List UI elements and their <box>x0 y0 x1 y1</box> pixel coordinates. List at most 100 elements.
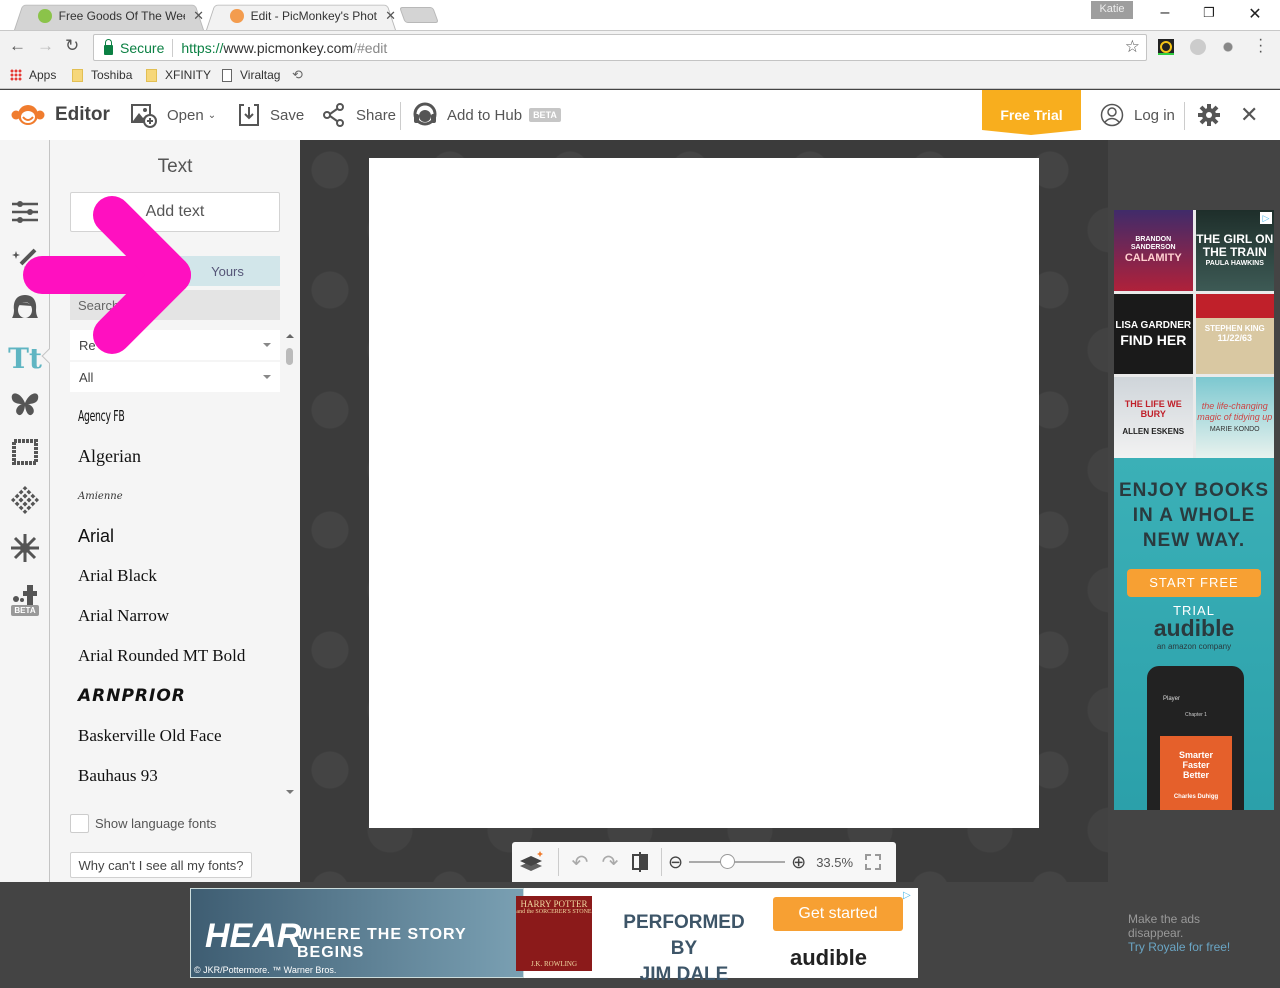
bottom-banner-ad[interactable]: HEAR WHERE THE STORY BEGINS © JKR/Potter… <box>190 888 918 985</box>
reload-icon[interactable]: ↻ <box>65 36 79 56</box>
bookmark-toshiba[interactable]: Toshiba <box>72 68 132 82</box>
add-to-hub-button[interactable]: Add to Hub BETA <box>413 90 561 140</box>
minimize-icon[interactable]: – <box>1150 4 1180 22</box>
editor-logo[interactable]: Editor <box>11 90 110 140</box>
font-list: Agency FB Algerian Amienne Arial Arial B… <box>78 396 278 796</box>
norton-extension-icon[interactable] <box>1158 39 1174 55</box>
font-item[interactable]: Arial Rounded MT Bold <box>78 636 278 676</box>
compare-button[interactable] <box>625 851 655 873</box>
beta-tool-icon <box>13 584 37 605</box>
adchoices-icon[interactable]: ▷ <box>1260 212 1272 224</box>
zoom-in-icon[interactable]: ⊕ <box>791 852 806 873</box>
rail-item-beta-tools[interactable]: BETA <box>9 580 41 620</box>
zoom-level: 33.5% <box>816 854 854 870</box>
browser-tab-picmonkey[interactable]: Edit - PicMonkey's Photo ✕ <box>206 2 396 30</box>
profile-button[interactable]: Katie <box>1091 1 1133 19</box>
font-item[interactable]: Arial <box>78 516 278 556</box>
login-label: Log in <box>1134 106 1175 124</box>
font-item[interactable]: Arial Black <box>78 556 278 596</box>
start-free-trial-button[interactable]: START FREE TRIAL <box>1127 569 1261 618</box>
rail-item-frames[interactable] <box>9 436 41 468</box>
rail-item-effects[interactable] <box>9 244 41 276</box>
rail-item-text[interactable]: Tt <box>8 341 42 375</box>
show-language-fonts-checkbox[interactable]: Show language fonts <box>70 814 216 833</box>
font-item[interactable]: Bauhaus 93 <box>78 756 278 796</box>
save-button[interactable]: Save <box>238 90 304 140</box>
caret-down-icon <box>263 375 271 379</box>
bookmark-apps[interactable]: Apps <box>10 68 56 82</box>
scrollbar-thumb[interactable] <box>286 348 293 365</box>
open-image-icon <box>131 104 157 128</box>
new-tab-button[interactable] <box>399 7 439 23</box>
apps-grid-icon <box>10 69 22 81</box>
tab-yours[interactable]: Yours <box>175 256 280 286</box>
font-list-scrollbar[interactable] <box>285 332 295 794</box>
layers-button[interactable] <box>512 851 552 873</box>
restore-icon[interactable]: ❐ <box>1194 5 1224 21</box>
get-started-button[interactable]: Get started <box>773 897 903 931</box>
close-tab-icon[interactable]: ✕ <box>193 8 204 24</box>
font-item[interactable]: Amienne <box>78 476 278 516</box>
font-item[interactable]: Agency FB <box>78 396 202 436</box>
checkbox[interactable] <box>70 814 89 833</box>
chrome-menu-icon[interactable]: · · · <box>1258 32 1263 60</box>
rail-item-themes[interactable] <box>9 532 41 564</box>
bookmark-viraltag[interactable]: Viraltag <box>222 68 280 82</box>
history-icon[interactable]: ⟲ <box>292 67 303 83</box>
book-cover: BRANDON SANDERSON CALAMITY <box>1114 210 1193 291</box>
amazon-tagline: an amazon company <box>1156 642 1232 651</box>
text-panel: Text Add text Yours Search Re All Agency… <box>50 140 300 882</box>
back-icon[interactable]: ← <box>9 36 26 56</box>
extension-icon-2[interactable] <box>1220 39 1236 55</box>
zoom-out-icon[interactable]: ⊖ <box>668 852 683 873</box>
why-fonts-button[interactable]: Why can't I see all my fonts? <box>70 852 252 878</box>
share-button[interactable]: Share <box>322 90 396 140</box>
fullscreen-icon[interactable] <box>865 854 882 870</box>
extension-icon[interactable] <box>1190 39 1206 55</box>
browser-tab-free-goods[interactable]: Free Goods Of The Week ✕ <box>14 2 204 30</box>
rail-item-textures[interactable] <box>9 484 41 516</box>
font-search-input[interactable]: Search <box>70 290 280 320</box>
add-text-button[interactable]: Add text <box>70 192 280 232</box>
forward-icon[interactable]: → <box>37 36 54 56</box>
adchoices-icon[interactable]: ▷ <box>903 890 911 901</box>
settings-button[interactable] <box>1197 90 1231 140</box>
bookmark-label: Apps <box>29 68 57 82</box>
zoom-slider[interactable] <box>689 854 786 869</box>
sort-select[interactable]: Re <box>70 330 280 360</box>
redo-icon[interactable]: ↷ <box>595 850 625 875</box>
open-button[interactable]: Open ⌄ <box>131 90 216 140</box>
close-tab-icon[interactable]: ✕ <box>385 8 396 24</box>
bookmark-star-icon[interactable]: ☆ <box>1125 37 1140 57</box>
sliders-icon <box>12 201 38 223</box>
bookmark-xfinity[interactable]: XFINITY <box>146 68 211 82</box>
book-author: MARIE KONDO <box>1209 425 1260 433</box>
font-item[interactable]: ARNPRIOR <box>78 676 278 716</box>
font-item[interactable]: Baskerville Old Face <box>78 716 278 756</box>
save-icon <box>239 104 259 126</box>
zoom-slider-knob[interactable] <box>719 854 735 869</box>
audible-ad[interactable]: ENJOY BOOKS IN A WHOLE NEW WAY. START FR… <box>1114 458 1274 810</box>
phone-screen: Smarter Faster Better Charles Duhigg <box>1160 736 1232 810</box>
texture-icon <box>11 486 39 514</box>
font-item[interactable]: Algerian <box>78 436 278 476</box>
free-trial-button[interactable]: Free Trial <box>982 90 1081 135</box>
tab-all-fonts[interactable] <box>70 256 175 286</box>
scroll-down-arrow-icon[interactable] <box>286 790 294 794</box>
undo-icon[interactable]: ↶ <box>565 850 595 875</box>
rail-item-touch-up[interactable] <box>9 292 41 324</box>
login-button[interactable]: Log in <box>1100 90 1175 140</box>
close-window-icon[interactable]: ✕ <box>1240 4 1270 24</box>
rail-item-graphics[interactable] <box>9 388 41 420</box>
font-item[interactable]: Arial Narrow <box>78 596 278 636</box>
filter-select[interactable]: All <box>70 362 280 392</box>
address-bar[interactable]: Secure https://www.picmonkey.com/#edit ☆ <box>93 34 1147 61</box>
url-text: https://www.picmonkey.com/#edit <box>181 40 387 56</box>
try-royale-link[interactable]: Try Royale for free! <box>1128 940 1230 954</box>
text-tt-icon: Tt <box>8 341 42 375</box>
rail-item-adjustments[interactable] <box>9 196 41 228</box>
scroll-up-arrow-icon[interactable] <box>286 334 294 338</box>
blank-canvas[interactable] <box>369 158 1039 828</box>
audiobook-ad-grid[interactable]: BRANDON SANDERSON CALAMITY THE GIRL ON T… <box>1114 210 1274 458</box>
close-editor-icon[interactable]: ✕ <box>1240 90 1258 140</box>
